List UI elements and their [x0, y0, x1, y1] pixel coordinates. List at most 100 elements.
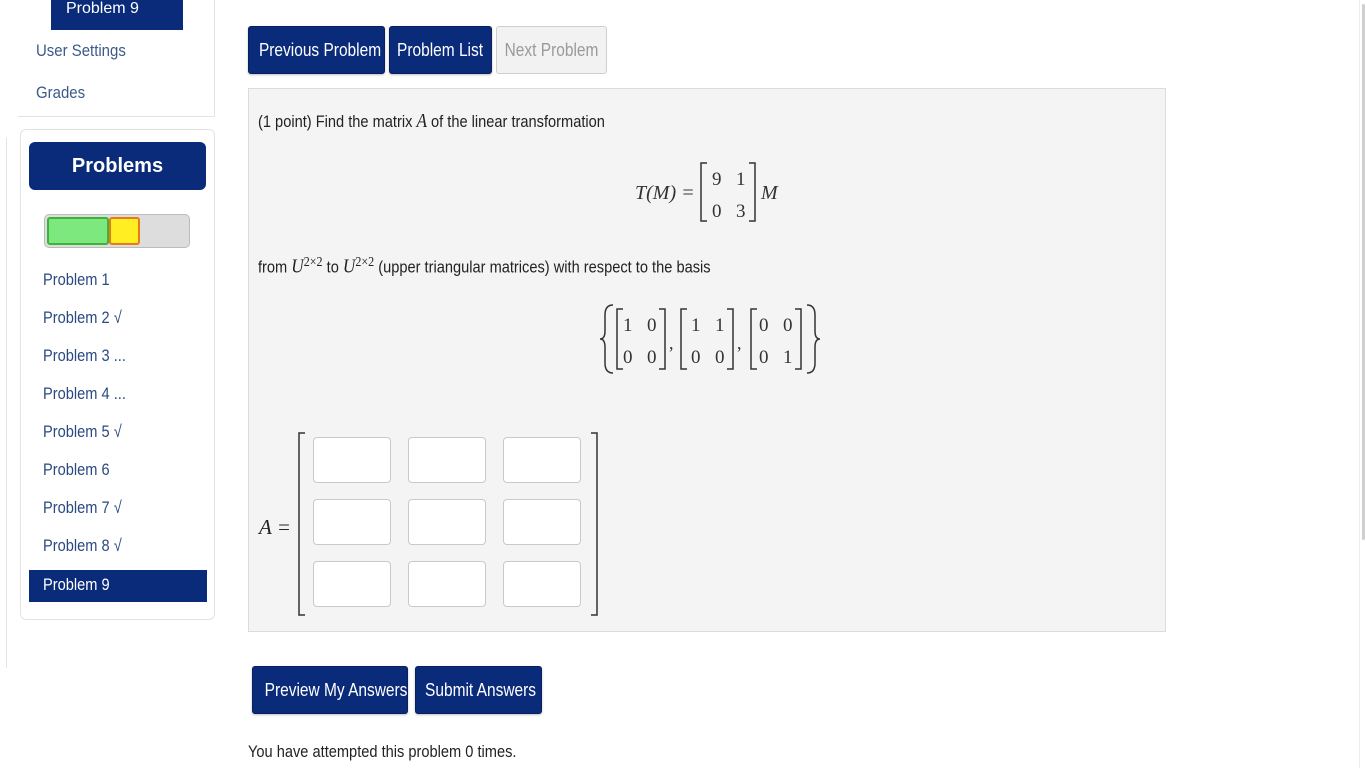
sidebar-item-problem-5[interactable]: Problem 5 √: [29, 418, 207, 456]
sidebar-item-label: Problem 5 √: [43, 422, 122, 441]
answer-cell-1-3[interactable]: [503, 437, 581, 483]
problems-panel: Problems Problem 1 Problem 2 √ Problem 3…: [20, 129, 215, 620]
scrollbar-thumb[interactable]: [1362, 4, 1365, 540]
user-settings-link[interactable]: User Settings: [36, 41, 126, 61]
matrix-var: A: [416, 110, 427, 132]
button-label: Problem List: [397, 40, 484, 60]
from-word: from: [258, 257, 292, 277]
sidebar-item-label: Problem 7 √: [43, 498, 122, 517]
answer-cell-2-3[interactable]: [503, 499, 581, 545]
basis3-cell-11: 0: [759, 315, 769, 336]
grades-link[interactable]: Grades: [36, 83, 85, 103]
basis2-bracket-right: [727, 308, 734, 370]
answer-cell-2-1[interactable]: [313, 499, 391, 545]
sidebar-item-problem-7[interactable]: Problem 7 √: [29, 494, 207, 532]
basis1-cell-12: 0: [647, 315, 657, 336]
space-b-sup: 2×2: [355, 255, 375, 270]
basis3-bracket-left: [750, 308, 757, 370]
space-a-sup: 2×2: [303, 255, 323, 270]
answer-cell-1-1[interactable]: [313, 437, 391, 483]
attempts-text: You have attempted this problem 0 times.: [248, 742, 517, 761]
submit-answers-button[interactable]: Submit Answers: [415, 666, 542, 714]
basis-set: 1 0 0 0 , 1 1 0 0 , 0 0 0 1: [599, 304, 821, 374]
answer-cell-3-3[interactable]: [503, 561, 581, 607]
basis3-cell-21: 0: [759, 347, 769, 368]
basis2-cell-11: 1: [691, 315, 701, 336]
next-problem-button: Next Problem: [496, 26, 607, 74]
basis1-cell-11: 1: [623, 315, 633, 336]
t-cell-21: 0: [712, 201, 722, 222]
space-a: U: [291, 255, 304, 278]
top-nav-panel: Problem 9 User Settings Grades: [18, 0, 215, 117]
sidebar-item-problem-4[interactable]: Problem 4 ...: [29, 380, 207, 418]
basis2-cell-22: 0: [715, 347, 725, 368]
basis1-bracket-right: [659, 308, 666, 370]
sidebar-item-label: Problem 3 ...: [43, 346, 126, 365]
t-cell-12: 1: [736, 169, 746, 190]
preview-answers-button[interactable]: Preview My Answers: [252, 666, 408, 714]
basis2-cell-21: 0: [691, 347, 701, 368]
webwork-page: Problem 9 User Settings Grades Problems …: [0, 0, 1366, 768]
space-b: U: [342, 255, 356, 278]
basis1-cell-21: 0: [623, 347, 633, 368]
basis-comma-1: ,: [669, 333, 674, 353]
sidebar-item-label: Problem 2 √: [43, 308, 122, 327]
sidebar-item-problem-6[interactable]: Problem 6: [29, 456, 207, 494]
basis2-cell-12: 1: [715, 315, 725, 336]
nav-active-problem[interactable]: Problem 9: [51, 0, 183, 30]
answer-cell-2-2[interactable]: [408, 499, 486, 545]
from-text-end: (upper triangular matrices) with respect…: [374, 257, 711, 277]
transform-equation: T(M) = 9 1 0 3 M: [635, 162, 779, 222]
button-label: Previous Problem: [258, 40, 382, 60]
sidebar-item-problem-9[interactable]: Problem 9: [29, 570, 207, 602]
answer-cell-3-2[interactable]: [408, 561, 486, 607]
problem-statement: (1 point) Find the matrix A of the linea…: [248, 88, 1166, 632]
basis3-cell-12: 0: [783, 315, 793, 336]
sidebar-item-problem-8[interactable]: Problem 8 √: [29, 532, 207, 570]
button-label: Next Problem: [504, 40, 599, 60]
sidebar-item-problem-3[interactable]: Problem 3 ...: [29, 342, 207, 380]
sidebar-item-problem-2[interactable]: Problem 2 √: [29, 304, 207, 342]
left-divider: [6, 138, 11, 668]
sidebar-item-label: Problem 8 √: [43, 536, 122, 555]
brace-right: [806, 304, 821, 374]
transform-rhs: M: [760, 182, 779, 204]
problem-list: Problem 1 Problem 2 √ Problem 3 ... Prob…: [29, 266, 207, 602]
t-cell-22: 3: [736, 201, 746, 222]
button-label: Submit Answers: [425, 680, 537, 700]
answer-label: A =: [259, 515, 291, 540]
answer-cell-3-1[interactable]: [313, 561, 391, 607]
answer-bracket-right: [591, 432, 598, 616]
progress-correct: [47, 217, 109, 245]
basis2-bracket-left: [680, 308, 687, 370]
basis-comma-2: ,: [737, 333, 742, 353]
sidebar-item-problem-1[interactable]: Problem 1: [29, 266, 207, 304]
to-word: to: [322, 257, 343, 277]
basis1-cell-22: 0: [647, 347, 657, 368]
problem-list-button[interactable]: Problem List: [389, 26, 492, 74]
answer-cell-1-2[interactable]: [408, 437, 486, 483]
bracket-left: [700, 162, 707, 222]
basis3-bracket-right: [795, 308, 802, 370]
bracket-right: [749, 162, 756, 222]
sidebar-item-label: Problem 1: [43, 270, 110, 289]
progress-bar: [44, 214, 190, 248]
t-cell-11: 9: [712, 169, 722, 190]
answer-bracket-left: [298, 432, 305, 616]
problem-intro: (1 point) Find the matrix A of the linea…: [258, 110, 661, 133]
problem-from-line: from U2×2 to U2×2 (upper triangular matr…: [258, 255, 784, 279]
progress-partial: [109, 217, 140, 245]
page-scrollbar[interactable]: [1359, 0, 1366, 768]
basis3-cell-22: 1: [783, 347, 793, 368]
sidebar-item-label: Problem 4 ...: [43, 384, 126, 403]
button-label: Preview My Answers: [264, 680, 408, 700]
brace-left: [599, 304, 614, 374]
intro-text: (1 point) Find the matrix: [258, 112, 417, 131]
problems-header: Problems: [29, 142, 206, 190]
intro-text-end: of the linear transformation: [426, 112, 605, 131]
sidebar-item-label: Problem 9: [43, 575, 110, 594]
answer-label-text: A =: [259, 515, 291, 539]
previous-problem-button[interactable]: Previous Problem: [248, 26, 385, 74]
sidebar-item-label: Problem 6: [43, 460, 110, 479]
attempts-message: You have attempted this problem 0 times.: [248, 742, 560, 762]
